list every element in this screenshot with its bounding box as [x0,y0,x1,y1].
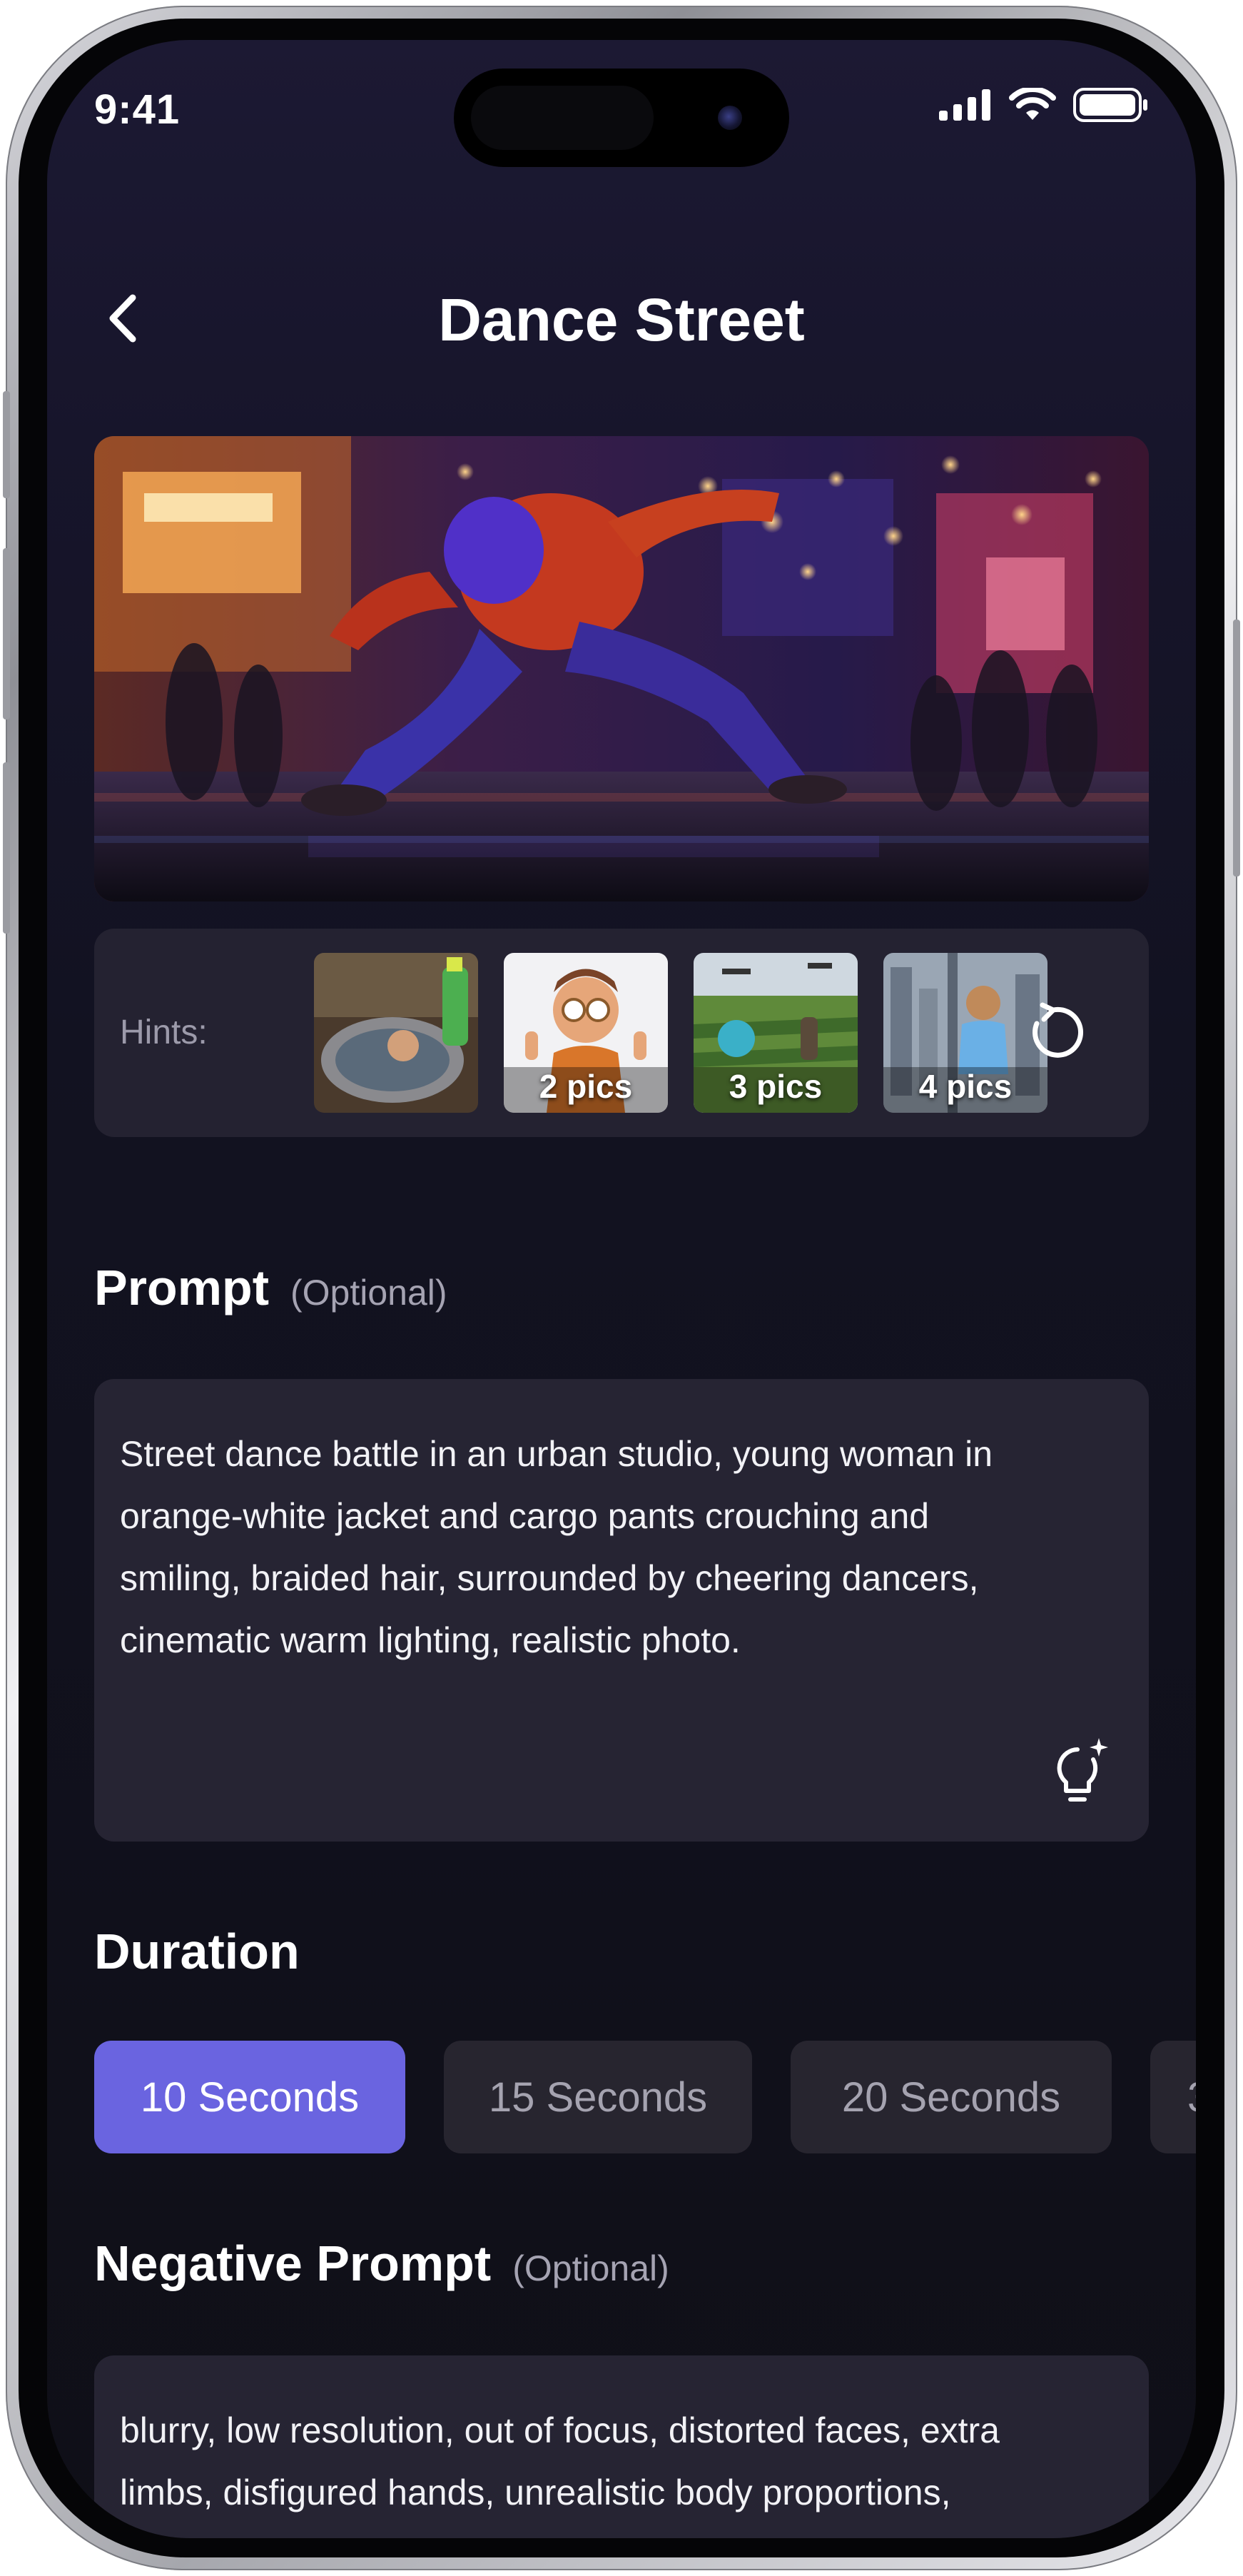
duration-option-20s[interactable]: 20 Seconds [791,2041,1112,2153]
prompt-line: orange-white jacket and cargo pants crou… [120,1496,930,1536]
negative-prompt-title: Negative Prompt [94,2236,492,2291]
prompt-line: Street dance battle in an urban studio, … [120,1434,993,1474]
status-icons [939,87,1149,123]
status-time: 9:41 [94,86,181,133]
negative-prompt-heading: Negative Prompt (Optional) [94,2235,669,2292]
negative-prompt-line: limbs, disfigured hands, unrealistic bod… [120,2473,951,2512]
status-bar: 9:41 [47,40,1196,183]
hints-bar: Hints: 2 pics 3 pics 4 pics [94,929,1149,1137]
wifi-icon [1009,88,1056,120]
signal-icon [939,89,990,121]
hero-image [94,436,1149,901]
dynamic-island [454,69,789,167]
prompt-line: smiling, braided hair, surrounded by che… [120,1558,979,1598]
refresh-hints-button[interactable] [1018,997,1089,1069]
hints-label: Hints: [120,1014,208,1051]
hint-count-label: 2 pics [539,1068,633,1105]
side-button [1233,620,1240,877]
hint-thumbnail[interactable]: 2 pics [504,953,668,1113]
battery-icon [1073,88,1147,122]
prompt-inspire-button[interactable] [1042,1732,1120,1810]
duration-option-10s[interactable]: 10 Seconds [94,2041,405,2153]
duration-option-30s-label: 30 Seconds [1187,2074,1196,2121]
side-button [3,762,10,934]
duration-option-15s[interactable]: 15 Seconds [444,2041,752,2153]
prompt-line: cinematic warm lighting, realistic photo… [120,1620,741,1660]
page-title: Dance Street [438,286,805,353]
negative-prompt-line: watermark, text overlay, low quality, pi… [120,2524,1123,2538]
side-button [3,391,10,498]
hint-count-label: 4 pics [918,1068,1013,1105]
front-camera [718,106,742,130]
hint-thumbnail[interactable]: 3 pics [694,953,858,1113]
lightbulb-sparkle-icon [1057,1738,1108,1802]
prompt-heading: Prompt (Optional) [94,1259,447,1316]
prompt-textarea[interactable]: Street dance battle in an urban studio, … [94,1379,1149,1842]
negative-prompt-optional-label: (Optional) [512,2248,669,2288]
hint-count-label: 3 pics [729,1068,823,1105]
prompt-optional-label: (Optional) [290,1273,447,1313]
hint-thumbnail[interactable] [314,953,478,1113]
prompt-title: Prompt [94,1260,269,1315]
duration-options: 10 Seconds 15 Seconds 20 Seconds 30 Seco… [94,2041,1196,2153]
duration-title: Duration [94,1924,300,1979]
app-screen: 9:41 Dance Street Hints: 2 pics 3 pics 4… [47,40,1196,2538]
duration-option-30s[interactable]: 30 Seconds [1150,2041,1196,2153]
side-button [3,548,10,719]
negative-prompt-line: blurry, low resolution, out of focus, di… [120,2410,1000,2450]
negative-prompt-textarea[interactable]: blurry, low resolution, out of focus, di… [94,2355,1149,2538]
header: Dance Street [47,276,1196,354]
refresh-icon [1033,1002,1083,1058]
